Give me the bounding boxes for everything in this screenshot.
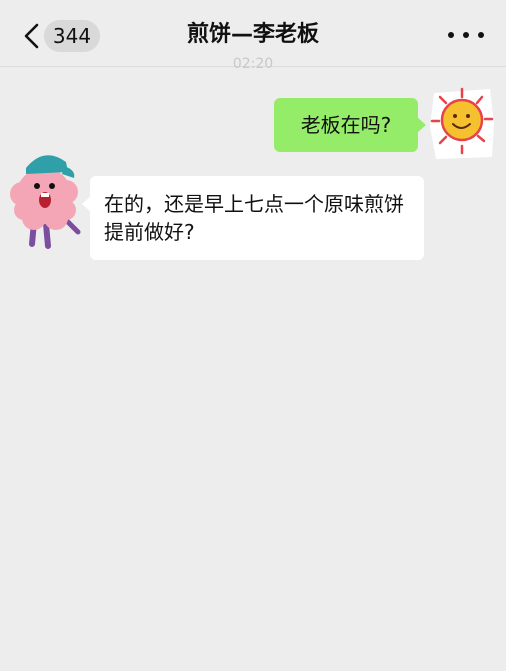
message-timestamp: 02:20 [232, 56, 274, 72]
pink-monster-icon [10, 155, 81, 249]
more-button[interactable] [448, 25, 484, 45]
my-avatar[interactable] [424, 83, 500, 163]
sun-icon [430, 87, 494, 159]
more-dot [478, 32, 484, 38]
contact-message-bubble[interactable]: 在的，还是早上七点一个原味煎饼提前做好? [82, 176, 424, 260]
more-dot [463, 32, 469, 38]
more-dot [448, 32, 454, 38]
contact-avatar[interactable] [4, 148, 88, 256]
my-message-bubble[interactable]: 老板在吗? [274, 98, 426, 152]
